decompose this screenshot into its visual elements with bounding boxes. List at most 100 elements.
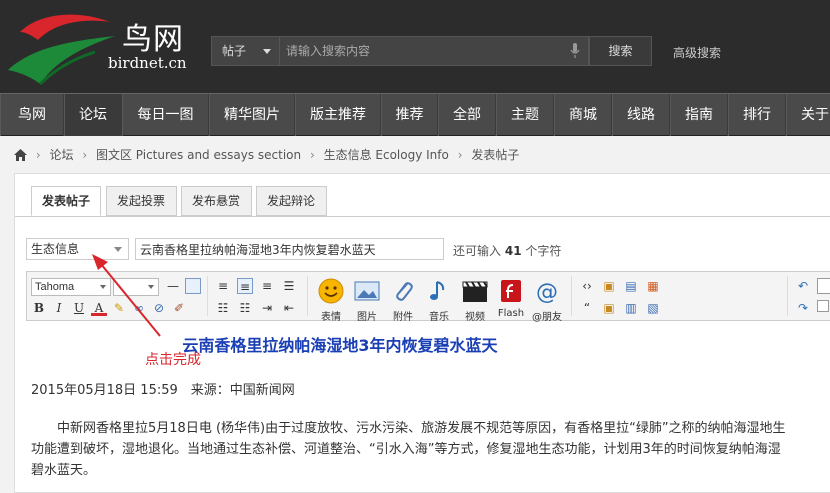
font-family-value: Tahoma <box>35 281 75 293</box>
bird-logo-icon <box>8 14 115 86</box>
chevron-down-icon <box>148 285 154 289</box>
nav-item-routes[interactable]: 线路 <box>612 94 670 136</box>
logo-text-cn: 鸟网 <box>122 22 184 57</box>
breadcrumb-board[interactable]: 生态信息 Ecology Info <box>324 148 449 162</box>
logo-text-en: birdnet.cn <box>108 54 187 72</box>
post-title-input[interactable] <box>135 238 444 260</box>
free-content-icon[interactable]: ▥ <box>623 300 639 316</box>
align-center-icon[interactable]: ≡ <box>237 278 253 294</box>
hint-prefix: 还可输入 <box>453 244 502 258</box>
quote-icon[interactable]: “ <box>579 300 595 316</box>
flash-button[interactable]: Flash <box>495 278 527 319</box>
breadcrumb-section[interactable]: 图文区 Pictures and essays section <box>96 148 301 162</box>
tab-new-reward[interactable]: 发布悬赏 <box>181 186 252 216</box>
clear-format-icon[interactable]: ✐ <box>171 300 187 316</box>
breadcrumb-forum[interactable]: 论坛 <box>49 148 73 162</box>
video-button[interactable]: 视频 <box>459 278 491 323</box>
emoji-label: 表情 <box>321 312 341 323</box>
post-meta[interactable]: 2015年05月18日 15:59 来源：中国新闻网 <box>31 379 295 398</box>
link-icon[interactable]: ∞ <box>131 300 147 316</box>
search-type-select[interactable]: 帖子 <box>212 37 280 65</box>
tab-new-post[interactable]: 发表帖子 <box>31 186 101 216</box>
image-icon <box>354 281 380 301</box>
microphone-icon[interactable] <box>570 43 580 59</box>
nav-item-all[interactable]: 全部 <box>438 94 496 136</box>
nav-item-ranking[interactable]: 排行 <box>728 94 786 136</box>
nav-item-recommend[interactable]: 推荐 <box>381 94 438 136</box>
toolbar-separator <box>571 276 572 316</box>
svg-text:@: @ <box>536 280 558 304</box>
post-paragraph: 功能遭到破坏，湿地退化。当地通过生态补偿、河道整治、“引水入海”等方式，修复湿地… <box>31 442 781 457</box>
align-left-icon[interactable]: ≡ <box>215 278 231 294</box>
nav-item-guide[interactable]: 指南 <box>670 94 728 136</box>
code-icon[interactable]: ‹› <box>579 278 595 294</box>
outdent-icon[interactable]: ⇤ <box>281 300 297 316</box>
home-icon[interactable] <box>14 148 27 161</box>
mention-button[interactable]: @ @朋友 <box>531 278 563 323</box>
search-button[interactable]: 搜索 <box>589 36 652 66</box>
font-size-select[interactable] <box>113 278 159 296</box>
checkbox-icon[interactable] <box>817 300 829 312</box>
nav-item-forum[interactable]: 论坛 <box>64 94 122 136</box>
nav-item-mod-picks[interactable]: 版主推荐 <box>295 94 381 136</box>
post-paragraph: 中新网香格里拉5月18日电 (杨华伟)由于过度放牧、污水污染、旅游发展不规范等原… <box>57 421 786 436</box>
horizontal-rule-icon[interactable]: — <box>165 278 181 294</box>
attachment-button[interactable]: 附件 <box>387 278 419 323</box>
nav-item-mall[interactable]: 商城 <box>554 94 612 136</box>
chevron-right-icon: › <box>309 147 315 162</box>
background-color-icon[interactable] <box>185 278 201 294</box>
hint-suffix: 个字符 <box>525 244 562 258</box>
breadcrumb-current: 发表帖子 <box>471 148 520 162</box>
hint-count: 41 <box>504 244 522 258</box>
post-content-title[interactable]: 云南香格里拉纳帕海湿地3年内恢复碧水蓝天 <box>15 332 830 356</box>
redo-icon[interactable]: ↷ <box>795 300 811 316</box>
bold-icon[interactable]: B <box>31 300 47 316</box>
chevron-right-icon: › <box>457 147 463 162</box>
highlight-icon[interactable]: ✎ <box>111 300 127 316</box>
site-logo[interactable]: 鸟网 birdnet.cn <box>0 0 200 93</box>
chevron-right-icon: › <box>35 147 41 162</box>
hide-content-icon[interactable]: ▣ <box>601 300 617 316</box>
emoji-button[interactable]: 表情 <box>315 278 347 323</box>
font-family-select[interactable]: Tahoma <box>31 278 111 296</box>
text-color-icon[interactable]: A <box>91 300 107 316</box>
music-button[interactable]: 音乐 <box>423 278 455 323</box>
chevron-down-icon <box>114 247 122 252</box>
underline-icon[interactable]: U <box>71 300 87 316</box>
main-nav: 鸟网 论坛 每日一图 精华图片 版主推荐 推荐 全部 主题 商城 线路 指南 排… <box>0 93 830 136</box>
toolbar-separator <box>207 276 208 316</box>
tab-new-debate[interactable]: 发起辩论 <box>256 186 327 216</box>
post-editor-panel: 发表帖子 发起投票 发布悬赏 发起辩论 生态信息 还可输入 41 个字符 Tah… <box>14 173 830 493</box>
image-button[interactable]: 图片 <box>351 278 383 323</box>
advanced-search-link[interactable]: 高级搜索 <box>673 44 721 61</box>
italic-icon[interactable]: I <box>51 300 67 316</box>
nav-item-topics[interactable]: 主题 <box>496 94 554 136</box>
attachment-label: 附件 <box>393 312 413 323</box>
category-select[interactable]: 生态信息 <box>26 238 129 260</box>
insert-icon[interactable]: ▦ <box>645 278 661 294</box>
ordered-list-icon[interactable]: ☷ <box>215 300 231 316</box>
unlink-icon[interactable]: ⊘ <box>151 300 167 316</box>
justify-icon[interactable]: ☰ <box>281 278 297 294</box>
indent-icon[interactable]: ⇥ <box>259 300 275 316</box>
lock-icon[interactable]: ▣ <box>601 278 617 294</box>
page-break-icon[interactable]: ▧ <box>645 300 661 316</box>
search-box: 帖子 <box>211 36 589 66</box>
nav-item-featured[interactable]: 精华图片 <box>209 94 295 136</box>
align-right-icon[interactable]: ≡ <box>259 278 275 294</box>
flash-label: Flash <box>497 308 525 319</box>
undo-icon[interactable]: ↶ <box>795 278 811 294</box>
tab-new-poll[interactable]: 发起投票 <box>106 186 177 216</box>
nav-item-daily-photo[interactable]: 每日一图 <box>122 94 209 136</box>
chevron-down-icon <box>263 49 271 54</box>
unordered-list-icon[interactable]: ☷ <box>237 300 253 316</box>
post-body[interactable]: 中新网香格里拉5月18日电 (杨华伟)由于过度放牧、污水污染、旅游发展不规范等原… <box>31 418 830 481</box>
mention-label: @朋友 <box>532 312 562 323</box>
smiley-icon <box>318 278 344 304</box>
fullscreen-icon[interactable] <box>817 278 830 294</box>
nav-item-about[interactable]: 关于 <box>786 94 830 136</box>
table-icon[interactable]: ▤ <box>623 278 639 294</box>
clapperboard-icon <box>462 281 488 302</box>
search-input[interactable] <box>282 37 562 65</box>
nav-item-home[interactable]: 鸟网 <box>0 94 64 136</box>
